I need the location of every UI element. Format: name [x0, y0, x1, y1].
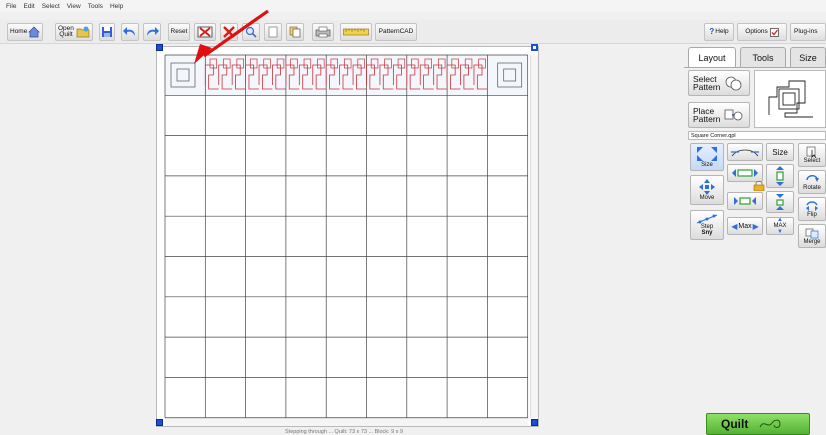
ruler-icon [343, 28, 369, 36]
menu-view[interactable]: View [67, 3, 81, 10]
rotate-icon [806, 175, 819, 182]
menu-select[interactable]: Select [42, 3, 60, 10]
select-button[interactable]: Select [798, 143, 826, 167]
quilt-grid [164, 54, 529, 419]
merge-button[interactable]: Merge [798, 224, 826, 248]
checkbox-icon [769, 27, 779, 37]
size-button[interactable]: Size [766, 143, 794, 161]
step-icon [696, 214, 718, 224]
ruler-button[interactable] [340, 23, 372, 41]
bottom-right-handle[interactable] [531, 419, 538, 426]
save-icon [102, 27, 112, 37]
status-bar: Stepping through ... Quilt: 73 x 73 ... … [285, 429, 404, 435]
narrow-icon [734, 197, 756, 205]
right-arrow-icon: ▶ [752, 221, 759, 231]
options-button[interactable]: Options [737, 23, 787, 41]
select-cursor-icon [806, 146, 817, 158]
max-height-button[interactable]: ▲ MAX ▼ [766, 217, 794, 235]
stretch-width-button[interactable] [727, 143, 763, 161]
lengthen-button[interactable] [766, 164, 794, 188]
tab-layout[interactable]: Layout [688, 47, 736, 67]
help-button[interactable]: ? Help [704, 23, 734, 41]
patterncad-button[interactable]: PatternCAD [375, 23, 417, 41]
undo-button[interactable] [121, 23, 139, 41]
narrow-button[interactable] [727, 192, 763, 210]
pattern-name-field: Square Corner.qpl [688, 131, 826, 140]
move-button[interactable]: Move [690, 175, 724, 205]
menu-tools[interactable]: Tools [88, 3, 103, 10]
bottom-left-handle[interactable] [156, 419, 163, 426]
place-pattern-button[interactable]: Place Pattern [688, 102, 750, 128]
home-button[interactable]: Home [7, 23, 43, 41]
rotate-button[interactable]: Rotate [798, 170, 826, 194]
pattern-select-icon [726, 76, 742, 91]
shorten-button[interactable] [766, 191, 794, 213]
folder-icon [76, 26, 90, 38]
open-quilt-button[interactable]: Open Quilt [55, 23, 93, 41]
tab-tools[interactable]: Tools [740, 47, 786, 67]
top-left-handle[interactable] [156, 44, 163, 51]
square-corner-preview-icon [768, 80, 813, 118]
max-button[interactable]: ◀ Max ▶ [727, 217, 763, 235]
flip-button[interactable]: Flip [798, 197, 826, 221]
widen-icon [732, 169, 758, 177]
lock-aspect-icon[interactable] [752, 181, 766, 192]
top-right-handle[interactable] [531, 44, 538, 51]
quilt-stitch-icon [759, 419, 781, 428]
menu-edit[interactable]: Edit [23, 3, 34, 10]
quilt-button[interactable]: Quilt [706, 413, 810, 435]
tab-size[interactable]: Size [790, 47, 826, 67]
lengthen-icon [776, 166, 784, 186]
help-icon: ? [709, 26, 715, 36]
printer-icon [315, 26, 331, 38]
vertical-scrollbar[interactable] [530, 55, 538, 418]
menu-file[interactable]: File [6, 3, 16, 10]
copy-icon [289, 26, 301, 38]
left-arrow-icon: ◀ [731, 221, 738, 231]
stretch-curve-icon [731, 149, 759, 157]
move-arrows-icon [699, 179, 715, 195]
redo-button[interactable] [143, 23, 161, 41]
copy-button[interactable] [286, 23, 304, 41]
pattern-place-icon [725, 109, 743, 121]
down-arrow-icon: ▼ [777, 229, 783, 235]
select-pattern-button[interactable]: Select Pattern [688, 70, 750, 96]
shorten-icon [776, 194, 784, 210]
quilt-canvas[interactable] [156, 46, 539, 427]
reset-button[interactable]: Reset [168, 23, 190, 41]
merge-icon [805, 228, 819, 239]
menu-bar: File Edit Select View Tools Help [0, 0, 826, 12]
menu-help[interactable]: Help [110, 3, 123, 10]
step-button[interactable]: Step Sny [690, 210, 724, 240]
size-arrows-icon [697, 147, 717, 161]
horizontal-scrollbar[interactable] [165, 418, 528, 426]
save-button[interactable] [99, 23, 115, 41]
pattern-preview [754, 70, 826, 128]
widen-button[interactable] [727, 164, 763, 182]
plugins-button[interactable]: Plug-ins [790, 23, 826, 41]
redo-icon [147, 27, 159, 36]
main-toolbar: Home Open Quilt Reset PatternCAD ? Help … [0, 20, 826, 44]
print-button[interactable] [312, 23, 334, 41]
annotation-arrow-icon [194, 9, 269, 64]
size-mode-button[interactable]: Size [690, 143, 724, 171]
flip-icon [806, 201, 818, 211]
home-icon [28, 26, 40, 38]
undo-icon [123, 27, 135, 36]
tab-divider [684, 67, 826, 68]
